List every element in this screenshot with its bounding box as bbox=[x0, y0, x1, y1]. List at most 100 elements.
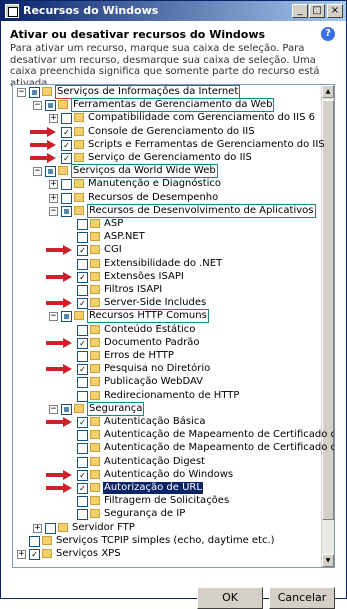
checkbox[interactable] bbox=[77, 351, 88, 362]
checkbox[interactable] bbox=[77, 443, 88, 455]
tree-item-label: Scripts e Ferramentas de Gerenciamento d… bbox=[88, 138, 325, 150]
checkbox[interactable] bbox=[45, 522, 56, 534]
tree-item-iis6-compat[interactable]: + Compatibilidade com Gerenciamento do II… bbox=[13, 112, 318, 125]
checkbox[interactable] bbox=[77, 390, 88, 402]
collapse-icon[interactable]: − bbox=[33, 167, 42, 177]
title-bar[interactable]: Recursos do Windows _ □ × bbox=[1, 1, 346, 21]
checkbox[interactable]: ✓ bbox=[77, 245, 88, 257]
checkbox[interactable] bbox=[77, 496, 88, 508]
checkbox[interactable] bbox=[29, 87, 40, 98]
collapse-icon[interactable]: − bbox=[49, 206, 58, 216]
tree-item-asp[interactable]: ASP bbox=[13, 218, 318, 231]
checkbox[interactable] bbox=[77, 285, 88, 296]
checkbox[interactable]: ✓ bbox=[77, 417, 88, 428]
folder-icon bbox=[74, 192, 84, 202]
checkbox[interactable] bbox=[77, 509, 88, 521]
help-icon[interactable]: ? bbox=[321, 27, 335, 41]
tree-item-cert-map-1[interactable]: Autenticação de Mapeamento de Certificad… bbox=[13, 429, 334, 442]
checkbox[interactable] bbox=[77, 219, 88, 230]
tree-item-iis-scripts[interactable]: ✓ Scripts e Ferramentas de Gerenciamento … bbox=[13, 139, 325, 152]
checkbox[interactable] bbox=[77, 324, 88, 336]
checkbox[interactable] bbox=[77, 232, 88, 244]
checkbox[interactable]: ✓ bbox=[77, 364, 88, 376]
expand-icon[interactable]: + bbox=[17, 550, 26, 559]
tree-item-label: Serviços de Informações da Internet bbox=[55, 85, 241, 99]
checkbox[interactable]: ✓ bbox=[61, 139, 72, 151]
checkbox[interactable] bbox=[61, 205, 72, 217]
checkbox[interactable]: ✓ bbox=[77, 469, 88, 481]
checkbox[interactable]: ✓ bbox=[61, 126, 72, 138]
cancel-button[interactable]: Cancelar bbox=[269, 587, 335, 609]
tree-item-tcpip[interactable]: Serviços TCPIP simples (echo, daytime et… bbox=[13, 535, 318, 548]
close-button[interactable]: × bbox=[327, 4, 343, 18]
folder-icon bbox=[74, 403, 84, 413]
expand-icon[interactable]: + bbox=[49, 114, 58, 124]
tree-item-www[interactable]: − Serviços da World Wide Web bbox=[13, 164, 318, 179]
tree-item-static[interactable]: Conteúdo Estático bbox=[13, 324, 318, 337]
checkbox[interactable] bbox=[45, 166, 56, 178]
folder-icon bbox=[90, 430, 100, 440]
checkbox[interactable] bbox=[61, 192, 72, 204]
tree-item-cert-map-2[interactable]: Autenticação de Mapeamento de Certificad… bbox=[13, 442, 334, 455]
maximize-button[interactable]: □ bbox=[309, 4, 325, 18]
tree-item-label: Autorização de URL bbox=[103, 482, 203, 494]
tree-item-aspnet[interactable]: ASP.NET bbox=[13, 231, 318, 244]
tree-item-iis-console[interactable]: ✓ Console de Gerenciamento do IIS bbox=[13, 126, 318, 139]
tree-item-isapi-filters[interactable]: Filtros ISAPI bbox=[13, 284, 318, 297]
scroll-down-button[interactable]: ▼ bbox=[322, 554, 334, 567]
tree-item-perf[interactable]: + Recursos de Desempenho bbox=[13, 192, 318, 205]
vertical-scrollbar[interactable]: ▲ ▼ bbox=[321, 85, 334, 567]
tree-item-security[interactable]: − Segurança bbox=[13, 401, 318, 416]
folder-icon bbox=[58, 522, 68, 532]
tree-item-req-filter[interactable]: Filtragem de Solicitações bbox=[13, 495, 318, 508]
tree-item-http-common[interactable]: − Recursos HTTP Comuns bbox=[13, 309, 318, 324]
minimize-button[interactable]: _ bbox=[292, 4, 308, 18]
tree-item-label: Recursos de Desempenho bbox=[88, 191, 219, 203]
tree-item-label: Serviços TCPIP simples (echo, daytime et… bbox=[56, 534, 275, 546]
checkbox[interactable] bbox=[61, 403, 72, 415]
checkbox[interactable] bbox=[77, 456, 88, 468]
tree-item-digest-auth[interactable]: Autenticação Digest bbox=[13, 456, 318, 469]
tree-item-app-dev[interactable]: − Recursos de Desenvolvimento de Aplicati… bbox=[13, 203, 318, 218]
tree-item-net-ext[interactable]: Extensibilidade do .NET bbox=[13, 258, 318, 271]
checkbox[interactable]: ✓ bbox=[61, 153, 72, 164]
expand-icon[interactable]: + bbox=[49, 180, 58, 190]
tree-item-xps[interactable]: + ✓ Serviços XPS bbox=[13, 548, 318, 561]
collapse-icon[interactable]: − bbox=[49, 312, 58, 322]
checkbox[interactable]: ✓ bbox=[77, 483, 88, 494]
folder-icon bbox=[90, 219, 100, 228]
checkbox[interactable] bbox=[61, 113, 72, 125]
expand-icon[interactable]: + bbox=[33, 523, 42, 533]
collapse-icon[interactable]: − bbox=[49, 404, 58, 414]
checkbox[interactable]: ✓ bbox=[29, 549, 40, 560]
checkbox[interactable] bbox=[77, 430, 88, 442]
folder-icon bbox=[42, 535, 52, 545]
checkbox[interactable] bbox=[45, 100, 56, 112]
tree-item-ftp[interactable]: + Servidor FTP bbox=[13, 522, 318, 535]
ok-button[interactable]: OK bbox=[197, 587, 263, 609]
checkbox[interactable] bbox=[29, 535, 40, 547]
tree-item-http-errors[interactable]: Erros de HTTP bbox=[13, 350, 318, 363]
tree-item-mgmt-tools[interactable]: − Ferramentas de Gerenciamento da Web bbox=[13, 98, 318, 113]
collapse-icon[interactable]: − bbox=[17, 88, 26, 97]
checkbox[interactable] bbox=[77, 258, 88, 270]
checkbox[interactable] bbox=[61, 311, 72, 323]
tree-item-maint-diag[interactable]: + Manutenção e Diagnóstico bbox=[13, 178, 318, 191]
tree-item-webdav[interactable]: Publicação WebDAV bbox=[13, 376, 318, 389]
checkbox[interactable]: ✓ bbox=[77, 271, 88, 283]
tree-item-iis[interactable]: − Serviços de Informações da Internet bbox=[13, 85, 318, 99]
checkbox[interactable] bbox=[77, 377, 88, 389]
scroll-thumb[interactable] bbox=[322, 100, 334, 520]
checkbox[interactable]: ✓ bbox=[77, 298, 88, 310]
expand-icon[interactable]: + bbox=[49, 193, 58, 203]
tree-item-ip-security[interactable]: Segurança de IP bbox=[13, 508, 318, 521]
tree-item-http-redirect[interactable]: Redirecionamento de HTTP bbox=[13, 390, 318, 403]
checkbox[interactable]: ✓ bbox=[77, 337, 88, 349]
tree-item-label: Filtragem de Solicitações bbox=[104, 495, 230, 507]
folder-icon bbox=[90, 496, 100, 506]
checkbox[interactable] bbox=[61, 179, 72, 191]
features-tree[interactable]: ▲ ▼ − Serviços de Informações da Internet… bbox=[12, 84, 335, 568]
scroll-up-button[interactable]: ▲ bbox=[322, 85, 334, 98]
collapse-icon[interactable]: − bbox=[33, 101, 42, 111]
tree-item-iis-mgmt-service[interactable]: ✓ Serviço de Gerenciamento do IIS bbox=[13, 152, 318, 165]
